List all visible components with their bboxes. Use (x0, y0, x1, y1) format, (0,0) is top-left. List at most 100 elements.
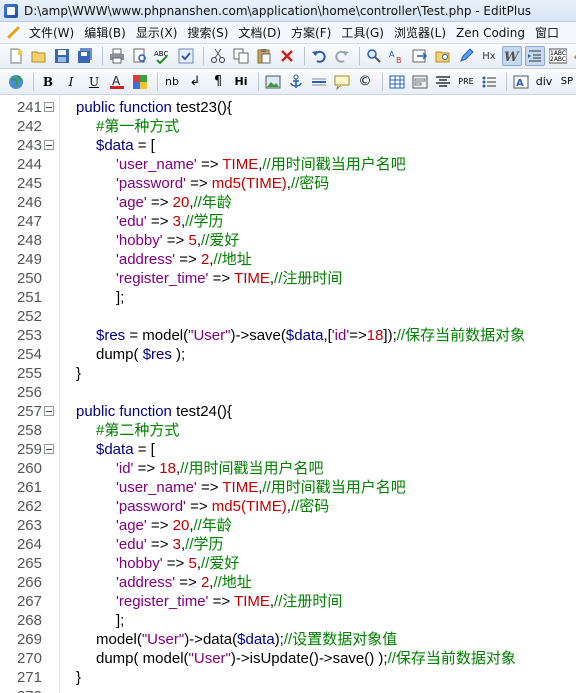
open-folder-icon[interactable] (29, 46, 49, 66)
code-token: 5 (188, 232, 197, 249)
hr-icon[interactable] (309, 72, 329, 92)
spellcheck-icon[interactable]: ABC (153, 46, 173, 66)
indent-icon[interactable] (525, 46, 545, 66)
validate-icon[interactable] (571, 46, 576, 66)
abc-icon[interactable]: 1ABC 2ABC (548, 46, 568, 66)
code-line[interactable]: 247 'edu' => 3,//学历 (0, 212, 576, 231)
word-wrap-icon[interactable]: W (502, 46, 522, 66)
save-all-icon[interactable] (75, 46, 95, 66)
bold-icon[interactable]: B (38, 72, 58, 92)
code-line[interactable]: 253 $res = model("User")->save($data,['id… (0, 326, 576, 345)
code-text: $data = [ (96, 136, 155, 155)
code-line[interactable]: 255} (0, 364, 576, 383)
code-line[interactable]: 261 'user_name' => TIME,//用时间戳当用户名吧 (0, 478, 576, 497)
code-line[interactable]: 248 'hobby' => 5,//爱好 (0, 231, 576, 250)
code-line[interactable]: 268]; (0, 611, 576, 630)
pre-icon[interactable]: PRE (456, 72, 476, 92)
delete-icon[interactable] (277, 46, 297, 66)
fold-toggle-icon[interactable] (44, 406, 54, 416)
menu-document[interactable]: 文档(D) (233, 22, 286, 43)
find-in-files-icon[interactable] (433, 46, 453, 66)
form-icon[interactable] (410, 72, 430, 92)
italic-icon[interactable]: I (61, 72, 81, 92)
code-line[interactable]: 256 (0, 383, 576, 402)
code-line[interactable]: 245 'password' => md5(TIME),//密码 (0, 174, 576, 193)
marker-icon[interactable] (456, 46, 476, 66)
font-color-icon[interactable]: A (107, 72, 127, 92)
color-icon[interactable] (130, 72, 150, 92)
code-line[interactable]: 252 (0, 307, 576, 326)
menu-view[interactable]: 显示(X) (131, 22, 183, 43)
code-line[interactable]: 242 #第一种方式 (0, 117, 576, 136)
code-line[interactable]: 241 public function test23(){ (0, 98, 576, 117)
print-preview-icon[interactable] (130, 46, 150, 66)
code-line[interactable]: 265 'hobby' => 5,//爱好 (0, 554, 576, 573)
image-icon[interactable] (263, 72, 283, 92)
menu-search[interactable]: 搜索(S) (182, 22, 233, 43)
paste-icon[interactable] (254, 46, 274, 66)
link-icon[interactable]: A (511, 72, 531, 92)
line-number: 261 (16, 479, 42, 496)
code-line[interactable]: 244 'user_name' => TIME,//用时间戳当用户名吧 (0, 155, 576, 174)
code-line[interactable]: 262 'password' => md5(TIME),//密码 (0, 497, 576, 516)
find-icon[interactable] (364, 46, 384, 66)
heading-icon[interactable]: Hi (231, 72, 251, 92)
code-line[interactable]: 259 $data = [ (0, 440, 576, 459)
br-icon[interactable]: ↲ (185, 72, 205, 92)
toolbar-separator (258, 72, 259, 91)
code-line[interactable]: 264 'edu' => 3,//学历 (0, 535, 576, 554)
code-line[interactable]: 269 model("User")->data($data);//设置数据对象值 (0, 630, 576, 649)
code-line[interactable]: 266 'address' => 2,//地址 (0, 573, 576, 592)
save-icon[interactable] (52, 46, 72, 66)
code-line[interactable]: 249 'address' => 2,//地址 (0, 250, 576, 269)
fold-toggle-icon[interactable] (44, 444, 54, 454)
code-line[interactable]: 267 'register_time' => TIME,//注册时间 (0, 592, 576, 611)
menu-browser[interactable]: 浏览器(L) (389, 22, 451, 43)
menu-zen-coding[interactable]: Zen Coding (451, 22, 530, 43)
code-line[interactable]: 271} (0, 668, 576, 687)
code-line[interactable]: 272 (0, 687, 576, 693)
code-line[interactable]: 258 #第二种方式 (0, 421, 576, 440)
print-icon[interactable] (107, 46, 127, 66)
cut-icon[interactable] (208, 46, 228, 66)
code-line[interactable]: 260 'id' => 18,//用时间戳当用户名吧 (0, 459, 576, 478)
code-line[interactable]: 257 public function test24(){ (0, 402, 576, 421)
menu-file[interactable]: 文件(W) (24, 22, 79, 43)
line-number: 256 (16, 384, 42, 401)
code-line[interactable]: 270 dump( model("User")->isUpdate()->save… (0, 649, 576, 668)
code-line[interactable]: 243 $data = [ (0, 136, 576, 155)
menu-window[interactable]: 窗口 (530, 22, 564, 43)
goto-icon[interactable] (410, 46, 430, 66)
check-icon[interactable] (176, 46, 196, 66)
globe-icon[interactable] (6, 72, 26, 92)
hex-icon[interactable]: Hx (479, 46, 499, 66)
code-line[interactable]: 250 'register_time' => TIME,//注册时间 (0, 269, 576, 288)
code-line[interactable]: 246 'age' => 20,//年龄 (0, 193, 576, 212)
menu-project[interactable]: 方案(F) (286, 22, 336, 43)
underline-icon[interactable]: U (84, 72, 104, 92)
nbsp-icon[interactable]: nb (162, 72, 182, 92)
paragraph-icon[interactable]: ¶ (208, 72, 228, 92)
fold-toggle-icon[interactable] (44, 140, 54, 150)
new-file-icon[interactable] (6, 46, 26, 66)
fold-toggle-icon[interactable] (44, 102, 54, 112)
anchor-icon[interactable] (286, 72, 306, 92)
code-line[interactable]: 251]; (0, 288, 576, 307)
span-icon[interactable]: SP (557, 72, 576, 92)
redo-icon[interactable] (332, 46, 352, 66)
table-icon[interactable] (387, 72, 407, 92)
comment-icon[interactable] (332, 72, 352, 92)
center-icon[interactable] (433, 72, 453, 92)
copy-icon[interactable] (231, 46, 251, 66)
menu-tools[interactable]: 工具(G) (336, 22, 389, 43)
copyright-icon[interactable]: © (355, 72, 375, 92)
code-line[interactable]: 263 'age' => 20,//年龄 (0, 516, 576, 535)
replace-icon[interactable]: AB (387, 46, 407, 66)
menu-edit[interactable]: 编辑(B) (79, 22, 131, 43)
code-editor[interactable]: 241 public function test23(){242 #第一种方式 243… (0, 95, 576, 693)
undo-icon[interactable] (309, 46, 329, 66)
list-icon[interactable] (479, 72, 499, 92)
code-token: )->isUpdate()->save() ); (230, 650, 388, 667)
div-icon[interactable]: div (534, 72, 554, 92)
code-line[interactable]: 254 dump( $res ); (0, 345, 576, 364)
